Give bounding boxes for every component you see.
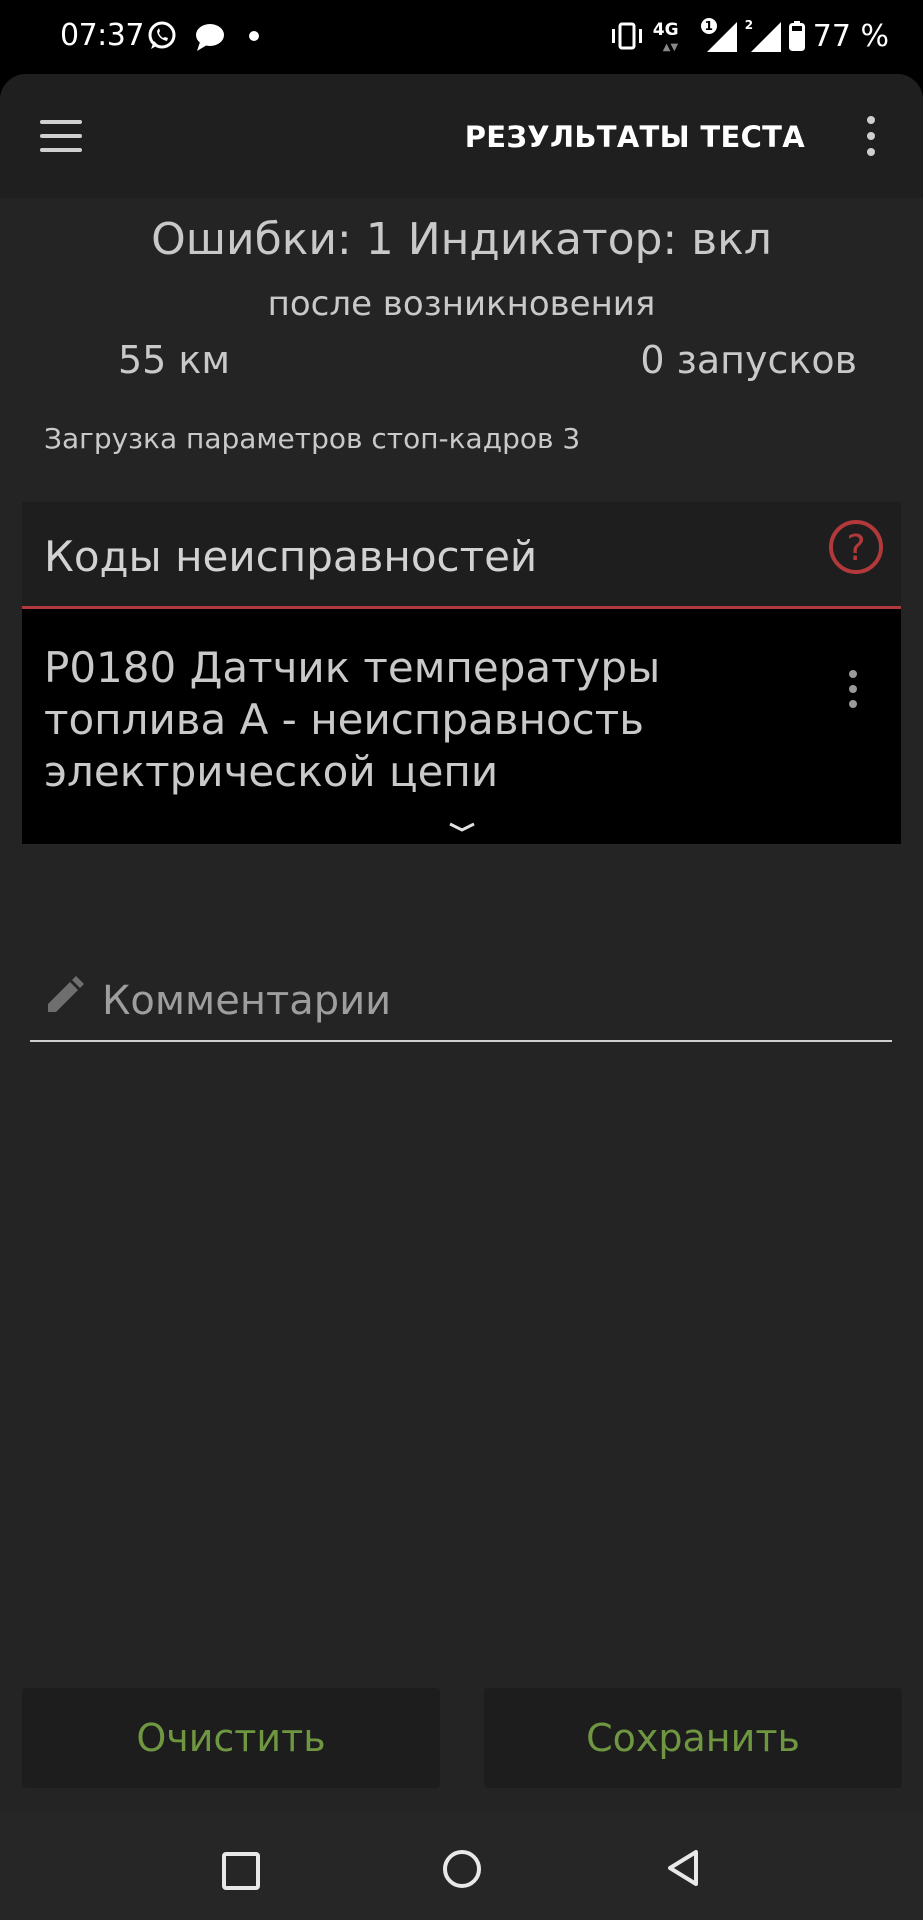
dtc-panel: Коды неисправностей ? P0180 Датчик темпе… — [22, 502, 901, 844]
page-title: РЕЗУЛЬТАТЫ ТЕСТА — [464, 120, 805, 154]
app-bar: РЕЗУЛЬТАТЫ ТЕСТА — [0, 74, 923, 198]
signal-icon — [750, 22, 781, 52]
save-button[interactable]: Сохранить — [484, 1688, 902, 1788]
whatsapp-icon — [148, 21, 176, 49]
message-icon — [196, 24, 224, 51]
dot-icon — [249, 31, 259, 41]
chevron-down-icon[interactable] — [446, 820, 478, 834]
dtc-item-more-icon[interactable] — [847, 670, 859, 710]
more-vert-icon[interactable] — [859, 114, 883, 158]
errors-indicator-status: Ошибки: 1 Индикатор: вкл — [151, 214, 772, 265]
clear-button[interactable]: Очистить — [22, 1688, 440, 1788]
back-icon[interactable] — [666, 1848, 700, 1888]
svg-text:?: ? — [846, 528, 865, 569]
dtc-item-text[interactable]: P0180 Датчик температуры топлива A - неи… — [44, 642, 824, 798]
since-occurrence-label: после возникновения — [267, 284, 656, 324]
status-right: 4G ▲▼ 1 2 77 % — [609, 16, 889, 56]
sim1-signal: 1 — [700, 18, 737, 54]
help-icon[interactable]: ? — [827, 518, 885, 576]
battery-percent: 77 % — [812, 18, 889, 54]
home-icon[interactable] — [443, 1850, 481, 1888]
vibrate-icon — [611, 22, 642, 50]
hamburger-menu-icon[interactable] — [36, 114, 88, 158]
status-bar: 07:37 4G ▲▼ 1 2 77 % — [0, 0, 923, 76]
recents-icon[interactable] — [222, 1852, 260, 1890]
navigation-bar — [0, 1812, 923, 1920]
starts-since-value: 0 запусков — [640, 338, 857, 382]
comment-input[interactable]: Комментарии — [30, 954, 892, 1042]
distance-since-value: 55 км — [118, 338, 231, 382]
status-time: 07:37 — [60, 18, 144, 53]
battery-icon — [788, 21, 805, 51]
dtc-header: Коды неисправностей ? — [22, 502, 901, 609]
pencil-icon — [48, 976, 84, 1012]
comment-placeholder: Комментарии — [102, 978, 392, 1024]
app-screen: РЕЗУЛЬТАТЫ ТЕСТА Ошибки: 1 Индикатор: вк… — [0, 74, 923, 1812]
freeze-frame-status: Загрузка параметров стоп-кадров 3 — [44, 422, 581, 455]
dtc-title: Коды неисправностей — [44, 532, 538, 581]
sim2-signal: 2 — [745, 18, 781, 54]
signal-icon — [706, 22, 737, 52]
network-type: 4G ▲▼ — [652, 20, 679, 53]
